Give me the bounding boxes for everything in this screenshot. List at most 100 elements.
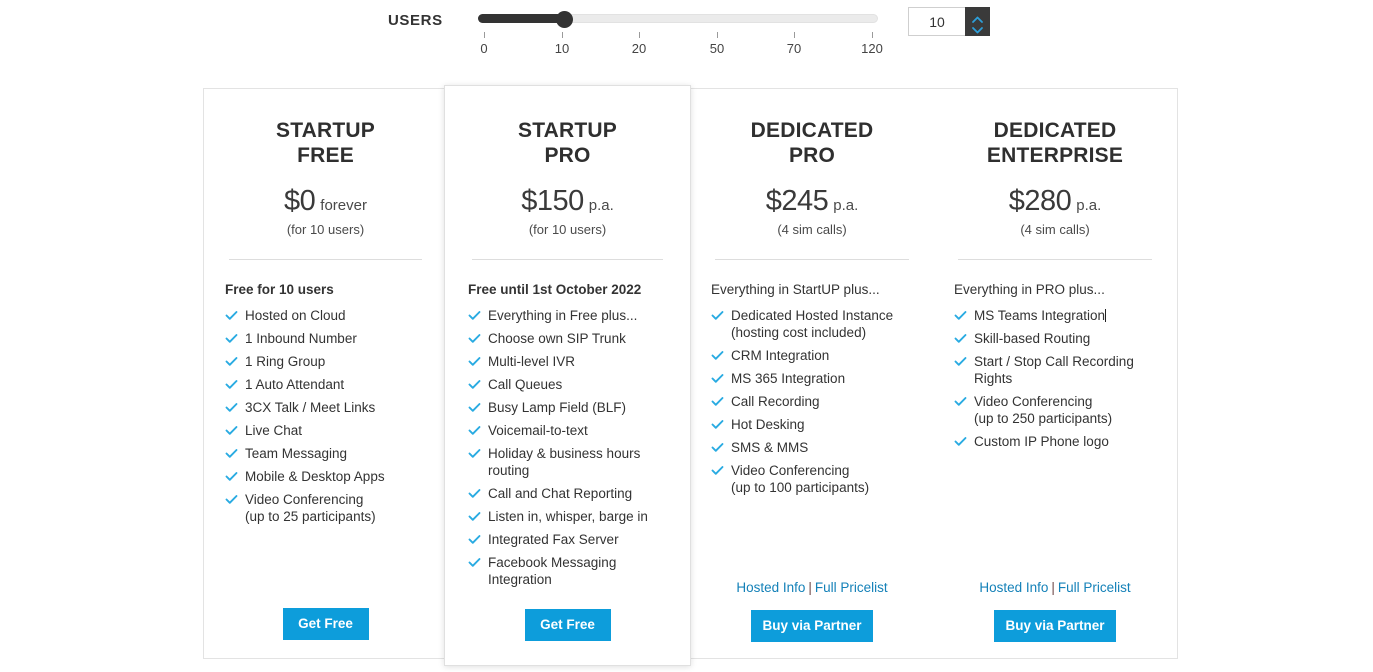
- price-period: p.a.: [588, 197, 614, 214]
- feature-label: Listen in, whisper, barge in: [488, 509, 648, 524]
- pricing-card: STARTUP FREE $0 forever (for 10 users) Free f…: [203, 88, 447, 659]
- price-subtext: (4 sim calls): [1020, 222, 1090, 237]
- feature-label: Holiday & business hours: [488, 446, 641, 461]
- check-icon: [225, 401, 238, 414]
- get-free-button[interactable]: Get Free: [282, 608, 369, 640]
- price-row: $245 p.a.: [711, 185, 913, 218]
- feature-item: Call and Chat Reporting: [468, 485, 667, 502]
- feature-list: MS Teams Integration Skill-based Routing S…: [954, 307, 1156, 450]
- check-icon: [954, 395, 967, 408]
- check-icon: [954, 332, 967, 345]
- get-free-button[interactable]: Get Free: [524, 609, 611, 641]
- feature-label: Voicemail-to-text: [488, 423, 588, 438]
- check-icon: [468, 332, 481, 345]
- feature-label: Dedicated Hosted Instance: [731, 308, 894, 323]
- feature-item: Listen in, whisper, barge in: [468, 508, 667, 525]
- feature-label: Hot Desking: [731, 417, 805, 432]
- feature-label: 3CX Talk / Meet Links: [245, 400, 376, 415]
- hosted-info-link[interactable]: Hosted Info: [979, 580, 1048, 595]
- plan-name-line2: PRO: [788, 144, 836, 167]
- check-icon: [225, 309, 238, 322]
- pricing-card: DEDICATED ENTERPRISE $280 p.a. (4 sim calls)…: [933, 88, 1178, 659]
- feature-item: 1 Inbound Number: [225, 330, 426, 347]
- card-links: Hosted Info | Full Pricelist: [711, 580, 913, 595]
- check-icon: [225, 378, 238, 391]
- feature-item: Facebook Messaging Integration: [468, 554, 667, 588]
- plan-name: STARTUP PRO: [468, 86, 667, 168]
- feature-label: Call Recording: [731, 394, 820, 409]
- buy-via-partner-button[interactable]: Buy via Partner: [994, 610, 1116, 642]
- check-icon: [225, 424, 238, 437]
- card-divider: [229, 259, 422, 260]
- pricing-card: DEDICATED PRO $245 p.a. (4 sim calls) Everyth…: [690, 88, 934, 659]
- check-icon: [225, 470, 238, 483]
- check-icon: [468, 556, 481, 569]
- feature-item: Video Conferencing (up to 25 participants…: [225, 491, 426, 525]
- feature-label-line2: routing: [488, 463, 530, 478]
- feature-item: 1 Auto Attendant: [225, 376, 426, 393]
- feature-label: 1 Inbound Number: [245, 331, 357, 346]
- check-icon: [225, 332, 238, 345]
- full-pricelist-link[interactable]: Full Pricelist: [815, 580, 888, 595]
- price-row: $280 p.a.: [954, 185, 1156, 218]
- feature-item: Choose own SIP Trunk: [468, 330, 667, 347]
- plan-name-line1: DEDICATED: [993, 119, 1117, 142]
- check-icon: [711, 395, 724, 408]
- feature-item: Live Chat: [225, 422, 426, 439]
- feature-item: Everything in Free plus...: [468, 307, 667, 324]
- price-value: $150: [521, 185, 584, 217]
- card-divider: [715, 259, 909, 260]
- feature-item: Hot Desking: [711, 416, 913, 433]
- feature-item: Mobile & Desktop Apps: [225, 468, 426, 485]
- check-icon: [711, 441, 724, 454]
- price-row: $150 p.a.: [468, 185, 667, 218]
- feature-item: Video Conferencing (up to 100 participant…: [711, 462, 913, 496]
- price-value: $245: [765, 185, 829, 217]
- feature-label-line2: (up to 250 participants): [974, 411, 1113, 426]
- feature-item: Call Queues: [468, 376, 667, 393]
- card-divider: [472, 259, 663, 260]
- feature-label-line2: (up to 25 participants): [245, 509, 376, 524]
- plan-name: DEDICATED PRO: [711, 89, 913, 168]
- feature-label: Mobile & Desktop Apps: [245, 469, 385, 484]
- feature-label-line2: (hosting cost included): [731, 325, 867, 340]
- feature-item: Custom IP Phone logo: [954, 433, 1156, 450]
- feature-item: SMS & MMS: [711, 439, 913, 456]
- check-icon: [711, 464, 724, 477]
- feature-list: Everything in Free plus... Choose own SIP…: [468, 307, 667, 588]
- card-links: Hosted Info | Full Pricelist: [954, 580, 1156, 595]
- card-intro: Free for 10 users: [225, 282, 334, 297]
- check-icon: [225, 493, 238, 506]
- feature-label: CRM Integration: [731, 348, 830, 363]
- feature-label: 1 Ring Group: [245, 354, 326, 369]
- feature-item: Dedicated Hosted Instance (hosting cost i…: [711, 307, 913, 341]
- feature-label: SMS & MMS: [731, 440, 809, 455]
- card-intro: Free until 1st October 2022: [468, 282, 642, 297]
- feature-item: Video Conferencing (up to 250 participant…: [954, 393, 1156, 427]
- check-icon: [468, 355, 481, 368]
- plan-name: DEDICATED ENTERPRISE: [954, 89, 1156, 168]
- card-footer: Hosted Info | Full Pricelist Buy via Partne…: [954, 580, 1156, 642]
- buy-via-partner-button[interactable]: Buy via Partner: [751, 610, 873, 642]
- check-icon: [468, 401, 481, 414]
- card-footer: Get Free: [468, 609, 667, 641]
- feature-label: Skill-based Routing: [974, 331, 1091, 346]
- pricing-card: STARTUP PRO $150 p.a. (for 10 users) Free unt…: [444, 85, 691, 666]
- check-icon: [468, 510, 481, 523]
- plan-name-line2: FREE: [297, 144, 354, 167]
- pricing-cards: STARTUP FREE $0 forever (for 10 users) Free f…: [0, 0, 1373, 672]
- feature-item: Skill-based Routing: [954, 330, 1156, 347]
- link-separator: |: [808, 580, 812, 595]
- price-subtext: (for 10 users): [286, 222, 365, 237]
- check-icon: [954, 435, 967, 448]
- feature-item: Integrated Fax Server: [468, 531, 667, 548]
- feature-label: Video Conferencing: [245, 492, 364, 507]
- feature-item: Multi-level IVR: [468, 353, 667, 370]
- price-value: $280: [1008, 185, 1072, 217]
- feature-item: Hosted on Cloud: [225, 307, 426, 324]
- feature-label: Team Messaging: [245, 446, 348, 461]
- price-subtext: (for 10 users): [528, 222, 607, 237]
- full-pricelist-link[interactable]: Full Pricelist: [1058, 580, 1131, 595]
- feature-item: MS Teams Integration: [954, 307, 1156, 324]
- hosted-info-link[interactable]: Hosted Info: [736, 580, 805, 595]
